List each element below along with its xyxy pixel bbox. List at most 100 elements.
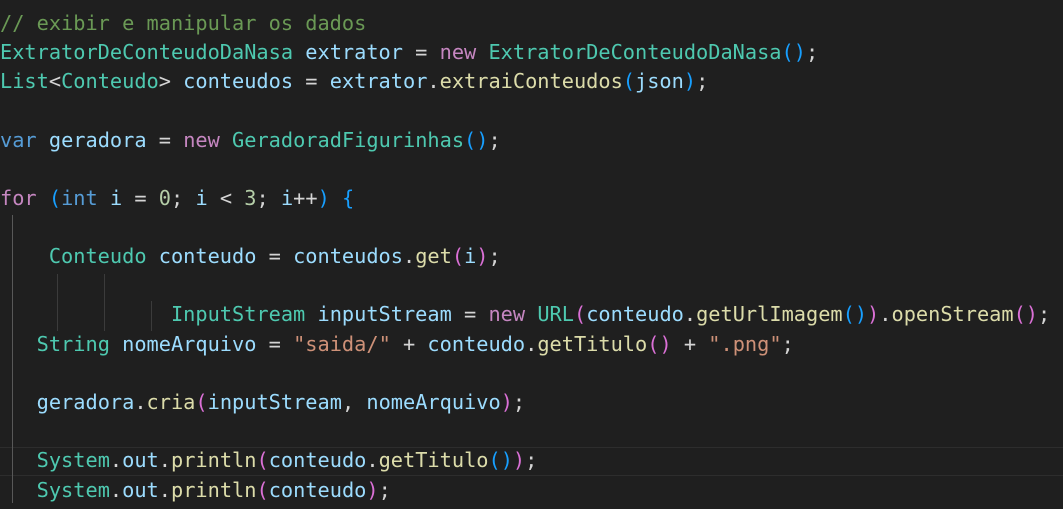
code-token-type: var <box>0 128 37 152</box>
code-line[interactable]: List<Conteudo> conteudos = extrator.extr… <box>0 67 708 96</box>
code-token-op: = <box>122 186 159 210</box>
code-token-op <box>330 186 342 210</box>
code-token-class: String <box>36 332 110 356</box>
code-token-op <box>37 186 49 210</box>
code-token-op: . <box>366 448 379 472</box>
code-token-op <box>0 332 37 356</box>
code-token-op: ; <box>805 40 819 64</box>
code-line[interactable]: Conteudo conteudo = conteudos.get(i); <box>0 242 501 271</box>
code-line[interactable]: System.out.println(conteudo); <box>0 476 391 505</box>
code-token-var: extrator <box>305 40 403 64</box>
code-token-brace-2: ( <box>256 448 269 472</box>
code-token-keyword: new <box>183 128 220 152</box>
code-token-op: ; <box>488 128 501 152</box>
code-token-func: println <box>170 478 257 502</box>
code-token-op: . <box>879 302 892 326</box>
code-token-func: getUrlImagem <box>696 302 843 326</box>
code-token-op <box>0 302 171 326</box>
code-token-var: inputStream <box>317 302 452 326</box>
code-token-brace-3: ) <box>317 186 330 210</box>
code-token-op: ; <box>512 390 526 414</box>
code-token-class: List <box>0 69 49 93</box>
code-token-brace-3: ( <box>622 69 635 93</box>
code-token-op: ; <box>256 186 281 210</box>
code-token-class: GeradoradFigurinhas <box>232 128 465 152</box>
code-token-op: + <box>390 332 428 356</box>
code-line[interactable]: for (int i = 0; i < 3; i++) { <box>0 184 354 213</box>
code-line[interactable]: ExtratorDeConteudoDaNasa extrator = new … <box>0 38 818 67</box>
code-token-brace-3: () <box>842 302 868 326</box>
code-editor[interactable]: // exibir e manipular os dados ExtratorDe… <box>0 0 1063 509</box>
code-token-var: i <box>464 244 477 268</box>
code-token-op <box>0 390 37 414</box>
code-token-class: ExtratorDeConteudoDaNasa <box>488 40 782 64</box>
code-token-op: , <box>341 390 367 414</box>
code-token-op: ; <box>781 332 794 356</box>
code-token-op: . <box>109 478 123 502</box>
code-token-op: . <box>158 478 171 502</box>
code-token-brace-3: ) <box>683 69 697 93</box>
code-token-op <box>0 244 49 268</box>
code-token-var: geradora <box>48 128 147 152</box>
code-token-op: = <box>256 332 294 356</box>
code-token-class: System <box>36 448 110 472</box>
code-token-op: ; <box>488 244 501 268</box>
code-token-brace-2: ) <box>512 448 526 472</box>
code-token-op: ; <box>696 69 709 93</box>
code-line[interactable]: String nomeArquivo = "saida/" + conteudo… <box>0 330 794 359</box>
code-token-brace-3: () <box>464 128 489 152</box>
code-token-var: extrator <box>329 69 428 93</box>
code-token-op: ; <box>378 478 391 502</box>
code-token-var: conteudos <box>293 244 403 268</box>
code-token-keyword: new <box>439 40 477 64</box>
code-line[interactable]: geradora.cria(inputStream, nomeArquivo); <box>0 388 525 417</box>
code-token-op <box>110 332 122 356</box>
code-token-op: ; <box>525 448 538 472</box>
code-token-brace-3: { <box>342 186 355 210</box>
code-token-type: int <box>61 186 98 210</box>
code-token-var: out <box>122 448 159 472</box>
code-token-op: = <box>402 40 440 64</box>
code-token-var: conteudo <box>268 448 367 472</box>
code-token-op: = <box>293 69 330 93</box>
code-token-comment: // exibir e manipular os dados <box>0 11 367 35</box>
code-token-func: getTitulo <box>537 332 648 356</box>
code-token-class: ExtratorDeConteudoDaNasa <box>0 40 294 64</box>
code-token-brace-2: ) <box>476 244 489 268</box>
code-token-var: conteudos <box>183 69 294 93</box>
code-token-brace-2: ) <box>500 390 513 414</box>
code-token-brace-3: () <box>488 448 513 472</box>
code-token-class: InputStream <box>170 302 306 326</box>
code-token-op: = <box>451 302 489 326</box>
code-token-class: Conteudo <box>48 244 147 268</box>
code-token-op <box>525 302 537 326</box>
code-line[interactable]: System.out.println(conteudo.getTitulo())… <box>0 446 538 475</box>
code-line[interactable]: // exibir e manipular os dados <box>0 9 366 38</box>
code-token-op: . <box>402 244 416 268</box>
code-token-keyword: new <box>488 302 526 326</box>
code-line[interactable]: var geradora = new GeradoradFigurinhas()… <box>0 126 501 155</box>
code-token-brace-2: () <box>647 332 672 356</box>
code-token-brace-3: () <box>781 40 806 64</box>
code-token-keyword: for <box>0 186 37 210</box>
code-token-op <box>305 302 317 326</box>
code-token-op <box>476 40 488 64</box>
code-token-number: 0 <box>158 186 172 210</box>
code-token-op <box>0 478 37 502</box>
code-token-op: . <box>427 69 440 93</box>
code-token-class: URL <box>537 302 574 326</box>
code-token-op: = <box>146 128 184 152</box>
code-token-op: = <box>256 244 294 268</box>
code-token-class: System <box>36 478 110 502</box>
code-token-op: . <box>109 448 123 472</box>
code-token-op: ; <box>171 186 196 210</box>
code-token-brace-2: ( <box>573 302 587 326</box>
code-token-brace-2: ( <box>451 244 465 268</box>
code-token-op <box>98 186 110 210</box>
code-token-op <box>220 128 232 152</box>
code-line[interactable]: InputStream inputStream = new URL(conteu… <box>0 300 1050 329</box>
code-token-func: get <box>415 244 452 268</box>
code-token-number: 3 <box>244 186 257 210</box>
code-token-func: getTitulo <box>378 448 489 472</box>
code-token-op: . <box>525 332 538 356</box>
